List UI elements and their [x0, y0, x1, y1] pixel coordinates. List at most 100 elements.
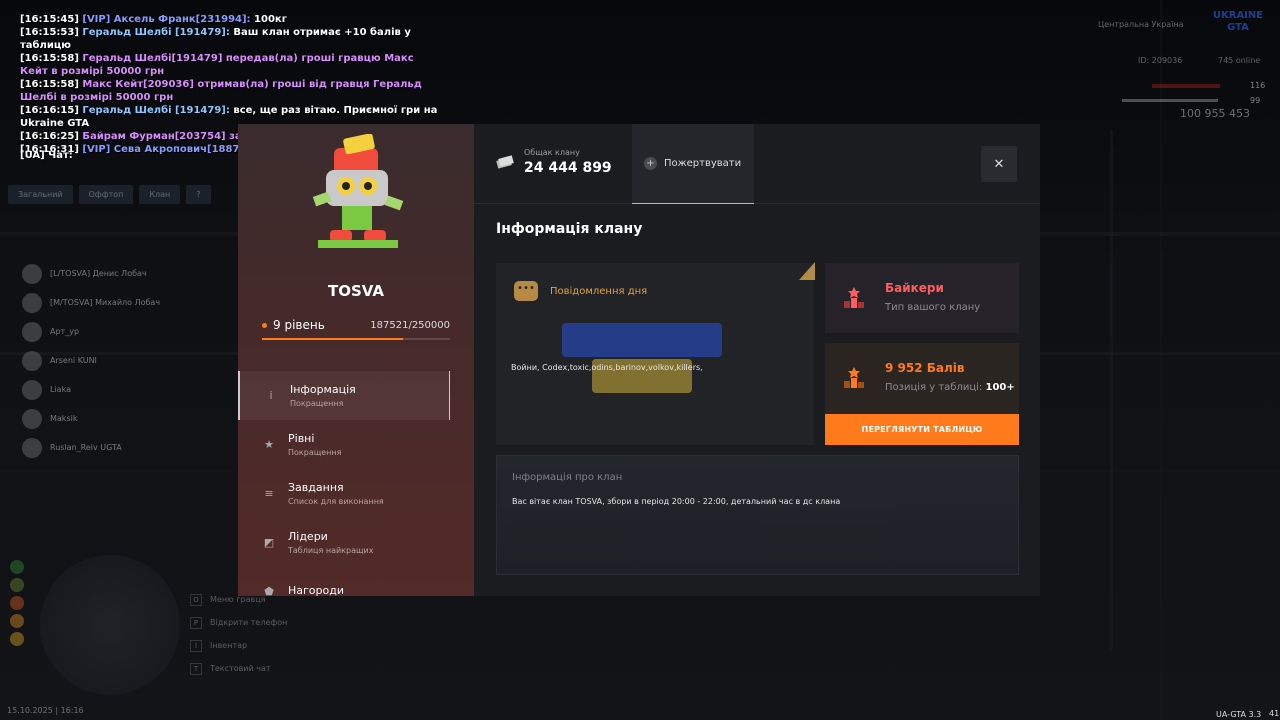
region-label: Центральна Україна: [1098, 20, 1184, 29]
chat-tabs: Загальний Оффтоп Клан ?: [8, 185, 211, 204]
key-label: Інвентар: [210, 641, 248, 650]
chat-author: [VIP] Сева Акропович[188717]:: [82, 144, 262, 155]
menu-item-subtitle: Покращення: [288, 448, 342, 457]
status-icon: [10, 560, 24, 574]
about-text: Вас вітає клан TOSVA, збори в період 20:…: [512, 497, 841, 506]
clan-mascot-image: [312, 134, 404, 248]
hud-top-right: Центральна Україна UKRAINE GTA ID: 20903…: [1080, 0, 1280, 130]
avatar: [22, 408, 42, 429]
award-icon: ⬟: [264, 585, 274, 598]
view-table-button[interactable]: ПЕРЕГЛЯНУТИ ТАБЛИЦЮ: [825, 414, 1019, 445]
menu-item-subtitle: Список для виконання: [288, 497, 384, 506]
level-text: 9 рівень: [273, 318, 325, 332]
clan-menu-item[interactable]: ★ Рівні Покращення: [238, 420, 474, 469]
avatar: [22, 379, 42, 400]
status-icons: [10, 560, 24, 646]
health-bar: [1152, 84, 1220, 88]
clan-name: TOSVA: [328, 282, 384, 300]
clan-modal: TOSVA 9 рівень 187521/250000 i Інформація…: [238, 124, 1040, 598]
avatar: [22, 321, 42, 342]
chat-bubble-icon: •••: [514, 281, 538, 301]
money-value: 100 955 453: [1180, 107, 1250, 120]
clan-bank: Общак клану 24 444 899: [496, 148, 612, 176]
menu-item-title: Нагороди: [288, 583, 344, 597]
message-of-the-day-card: ••• Повідомлення дня Войни, Codex,toxic,…: [496, 262, 815, 445]
key-label: Текстовий чат: [210, 664, 271, 673]
fps-counter: 41: [1269, 709, 1280, 718]
chat-line: [16:15:45] [VIP] Аксель Франк[231994]: 1…: [20, 13, 440, 26]
player-name: Арт_ур: [50, 327, 80, 336]
level-progress-bar: [262, 338, 450, 340]
plus-icon: +: [644, 157, 657, 170]
close-button[interactable]: ✕: [981, 146, 1017, 182]
clan-menu-item[interactable]: i Інформація Покращення: [238, 371, 450, 420]
leaders-icon: ◩: [263, 536, 275, 549]
clan-points: 9 952 Балів: [885, 361, 965, 375]
rank-position-value: 100+: [985, 382, 1015, 393]
chat-tab-help[interactable]: ?: [186, 185, 211, 204]
level-dot-icon: [262, 322, 267, 328]
level-row: 9 рівень 187521/250000: [262, 318, 450, 332]
avatar: [22, 263, 42, 284]
clan-rank-card: 9 952 Балів Позиція у таблиці: 100+: [825, 343, 1019, 414]
player-name: [M/TOSVA] Михайло Лобач: [50, 298, 161, 307]
player-list-item: [L/TOSVA] Денис Лобач: [22, 259, 160, 288]
info-icon: i: [269, 389, 273, 402]
avatar: [22, 437, 42, 458]
player-id: ID: 209036: [1138, 56, 1183, 65]
chat-line: [16:15:53] Геральд Шелбі [191479]: Ваш к…: [20, 26, 440, 52]
clan-about-card: Інформація про клан Вас вітає клан TOSVA…: [496, 455, 1019, 575]
menu-item-title: Інформація: [290, 383, 356, 396]
podium-icon: [844, 367, 864, 388]
chat-input-label[interactable]: [UA] Чат:: [20, 150, 73, 161]
clan-menu-item[interactable]: ⬟ Нагороди: [238, 567, 474, 616]
chat-message: 100кг: [250, 14, 287, 25]
status-icon: [10, 578, 24, 592]
minimap: [40, 555, 180, 695]
avatar: [22, 350, 42, 371]
clan-sidebar: TOSVA 9 рівень 187521/250000 i Інформація…: [238, 124, 474, 598]
status-icon: [10, 614, 24, 628]
chat-line: [16:15:58] Макс Кейт[209036] отримав(ла)…: [20, 78, 440, 104]
clan-topbar: Общак клану 24 444 899 + Пожертвувати ✕: [474, 124, 1040, 204]
key-hint: I Інвентар: [190, 634, 287, 657]
key-cap: O: [190, 593, 202, 606]
clan-menu-item[interactable]: ◩ Лідери Таблиця найкращих: [238, 518, 474, 567]
chat-time: [16:15:58]: [20, 53, 79, 64]
armor-bar: [1122, 99, 1218, 102]
menu-item-subtitle: Покращення: [290, 399, 344, 408]
player-name: Liaka: [50, 385, 71, 394]
donate-tab[interactable]: + Пожертвувати: [632, 124, 754, 204]
player-name: Ruslan_Reiv UGTA: [50, 443, 122, 452]
rank-position: Позиція у таблиці: 100+: [885, 382, 1015, 393]
key-cap: I: [190, 639, 202, 652]
player-list: [L/TOSVA] Денис Лобач [M/TOSVA] Михайло Л…: [22, 259, 160, 462]
server-logo: UKRAINE GTA: [1212, 10, 1264, 33]
menu-item-subtitle: Таблиця найкращих: [288, 546, 374, 555]
version-label: UA-GTA 3.3: [1216, 710, 1262, 719]
player-list-item: Liaka: [22, 375, 160, 404]
key-hint: T Текстовий чат: [190, 657, 287, 680]
key-label: Відкрити телефон: [210, 618, 288, 627]
chat-time: [16:15:45]: [20, 14, 79, 25]
chat-author: Геральд Шелбі [191479]:: [82, 105, 230, 116]
donate-label: Пожертвувати: [664, 158, 742, 169]
chat-tab-general[interactable]: Загальний: [8, 185, 73, 204]
player-name: Arseni KUNI: [50, 356, 97, 365]
chat-tab-offtop[interactable]: Оффтоп: [78, 185, 134, 204]
menu-item-title: Завдання: [288, 481, 344, 494]
player-list-item: [M/TOSVA] Михайло Лобач: [22, 288, 160, 317]
watermark-logo-icon: [562, 323, 722, 393]
clan-menu-item[interactable]: ≡ Завдання Список для виконання: [238, 469, 474, 518]
task-icon: ≡: [264, 487, 274, 500]
motd-text: Войни, Codex,toxic,odins,barinov,volkov,…: [511, 363, 703, 372]
podium-icon: [844, 287, 864, 308]
player-name: Maksik: [50, 414, 78, 423]
chat-tab-clan[interactable]: Клан: [139, 185, 181, 204]
clan-content: Общак клану 24 444 899 + Пожертвувати ✕ …: [474, 124, 1040, 596]
clan-type-card: Байкери Тип вашого клану: [825, 263, 1019, 333]
player-name: [L/TOSVA] Денис Лобач: [50, 269, 147, 278]
bank-label: Общак клану: [524, 148, 580, 157]
money-icon: [496, 155, 514, 169]
level-label: 9 рівень: [262, 318, 325, 332]
